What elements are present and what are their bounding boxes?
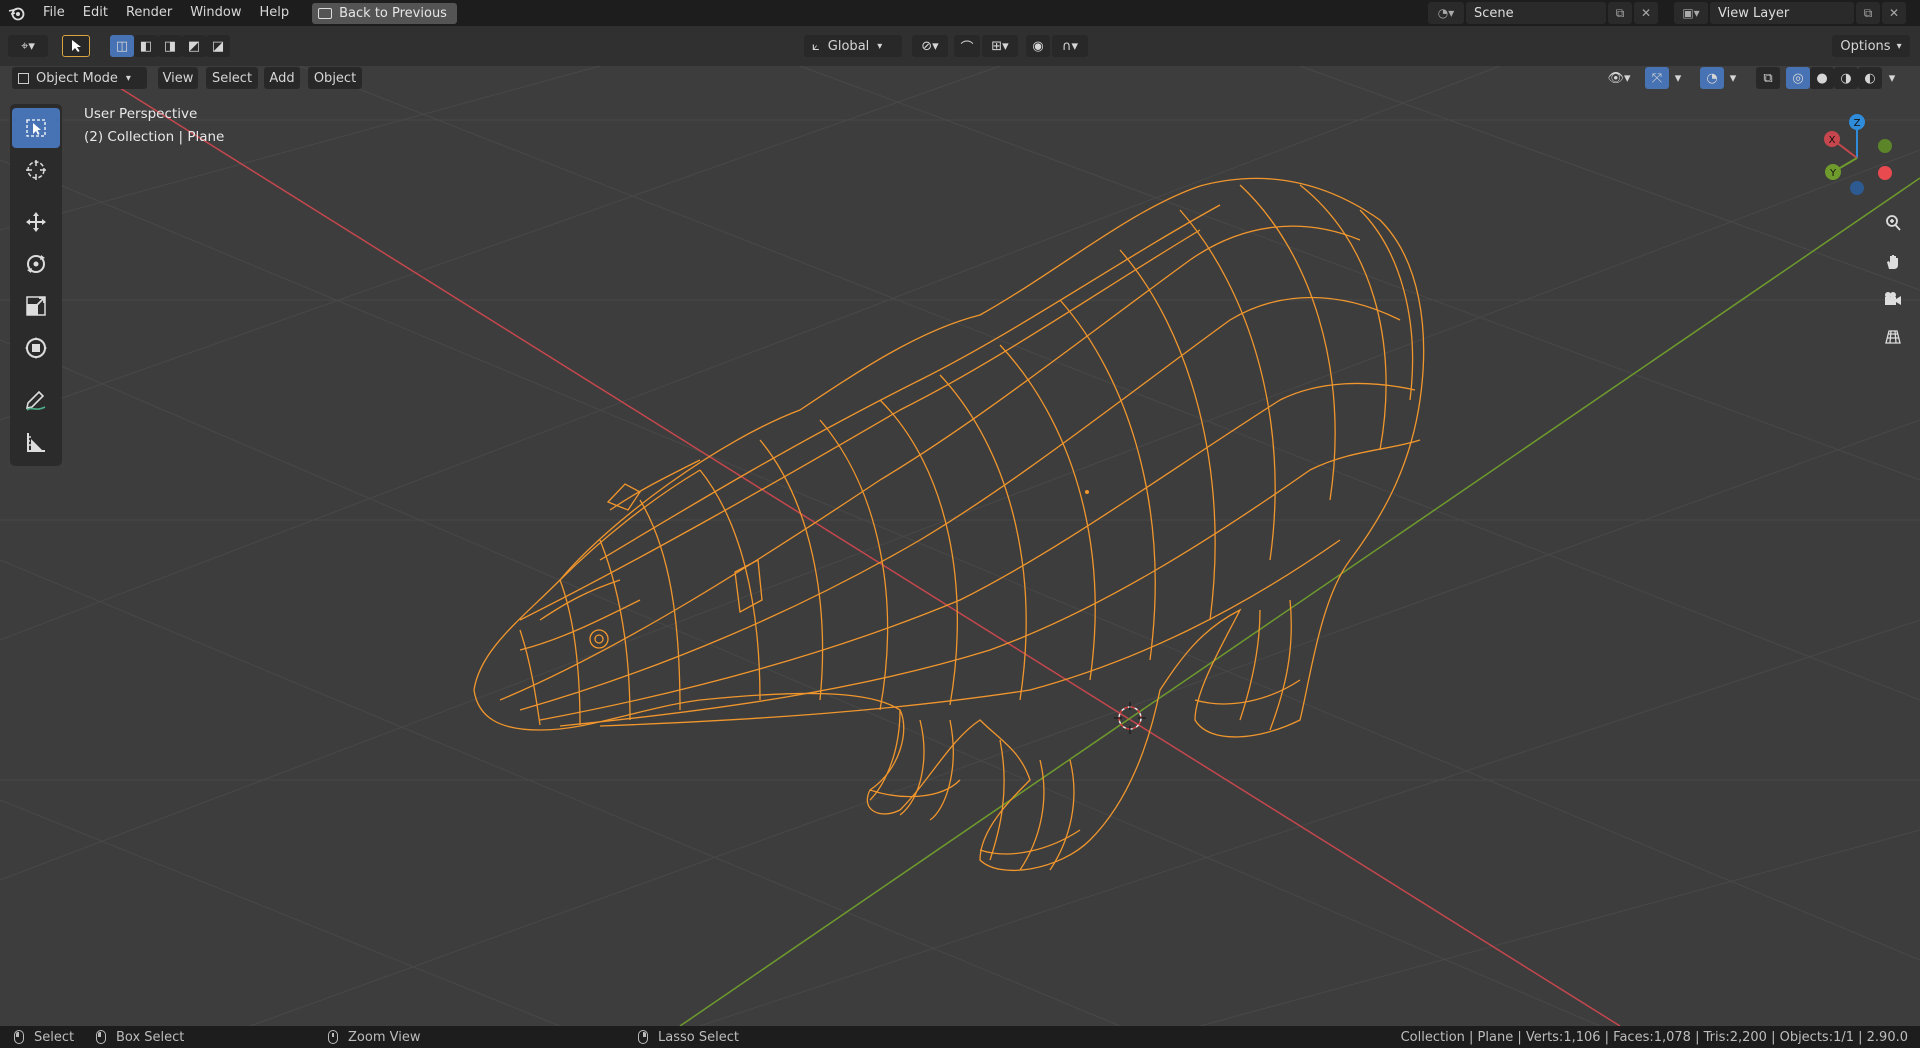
status-zoom-hint: Zoom View [328, 1026, 420, 1048]
cursor-tool-icon[interactable] [12, 150, 60, 190]
selected-mesh-wireframe[interactable] [0, 66, 1920, 1026]
scene-name-field[interactable]: Scene [1466, 2, 1606, 24]
new-view-layer-icon[interactable]: ⧉ [1856, 2, 1880, 24]
perspective-toggle-icon[interactable] [1878, 322, 1908, 352]
new-scene-icon[interactable]: ⧉ [1608, 2, 1632, 24]
rendered-shading-icon[interactable]: ◐ [1858, 67, 1882, 89]
back-to-previous-button[interactable]: Back to Previous [312, 2, 457, 24]
top-menu-bar: File Edit Render Window Help Back to Pre… [0, 0, 1920, 26]
falloff-icon[interactable]: ∩▾ [1052, 35, 1088, 57]
interaction-mode-dropdown[interactable]: Object Mode ▾ [12, 67, 147, 89]
snap-toggle-icon[interactable]: ⌒ [954, 35, 980, 57]
menu-window[interactable]: Window [181, 0, 250, 26]
status-bar: Select Box Select Zoom View Lasso Select… [0, 1026, 1920, 1048]
material-shading-icon[interactable]: ◑ [1834, 67, 1858, 89]
scene-statistics: Collection | Plane | Verts:1,106 | Faces… [1400, 1029, 1908, 1045]
mode-subtract-icon[interactable]: ◨ [158, 35, 182, 57]
snap-target-icon[interactable]: ⊞▾ [982, 35, 1018, 57]
mode-invert-icon[interactable]: ◩ [182, 35, 206, 57]
select-tool-icon[interactable] [62, 35, 90, 57]
gizmo-options-chevron-icon[interactable]: ▾ [1670, 67, 1686, 89]
scale-tool-icon[interactable] [12, 286, 60, 326]
status-zoom-label: Zoom View [348, 1029, 421, 1045]
orientation-axes-icon: ⟀ [812, 38, 820, 54]
object-mode-icon [18, 72, 29, 84]
tool-settings-bar: ⌖▾ ◫ ◧ ◨ ◩ ◪ ⟀ Global ▾ ⊘▾ ⌒ ⊞▾ ◉ ∩▾ Opt… [0, 26, 1920, 66]
camera-view-icon[interactable] [1878, 284, 1908, 314]
tool-shelf [10, 104, 62, 466]
mouse-middle-icon [328, 1030, 338, 1044]
mouse-left-icon [14, 1030, 24, 1044]
delete-scene-icon[interactable]: ✕ [1634, 2, 1658, 24]
pan-hand-icon[interactable] [1878, 247, 1908, 277]
view-layer-selector: ▣▾ View Layer ⧉ ✕ [1674, 2, 1906, 24]
gizmo-toggle-icon[interactable]: ⤧ [1645, 67, 1669, 89]
gizmo-x-label: X [1829, 135, 1836, 146]
mode-set-icon[interactable]: ◫ [110, 35, 134, 57]
back-to-previous-label: Back to Previous [339, 5, 447, 21]
menu-help[interactable]: Help [251, 0, 299, 26]
menu-file[interactable]: File [34, 0, 74, 26]
viewport-header: Object Mode ▾ View Select Add Object 👁▾ … [0, 66, 1920, 90]
options-dropdown[interactable]: Options ▾ [1832, 35, 1910, 57]
editor-type-icon[interactable]: ⌖▾ [8, 35, 48, 57]
back-screen-icon [318, 7, 333, 19]
visibility-eye-icon[interactable]: 👁▾ [1600, 67, 1638, 89]
scene-selector: ◔▾ Scene ⧉ ✕ [1428, 2, 1658, 24]
mouse-right-icon [638, 1030, 648, 1044]
status-box-select-hint: Box Select [96, 1026, 184, 1048]
shading-options-chevron-icon[interactable]: ▾ [1884, 67, 1900, 89]
gizmo-z-label: Z [1854, 118, 1861, 129]
chevron-down-icon: ▾ [125, 72, 131, 84]
gizmo-x-neg[interactable] [1878, 166, 1892, 180]
solid-shading-icon[interactable]: ● [1810, 67, 1834, 89]
mode-extend-icon[interactable]: ◧ [134, 35, 158, 57]
menu-select[interactable]: Select [206, 67, 258, 89]
menu-edit[interactable]: Edit [74, 0, 117, 26]
scene-browse-icon[interactable]: ◔▾ [1428, 2, 1464, 24]
measure-tool-icon[interactable] [12, 422, 60, 462]
rotate-tool-icon[interactable] [12, 244, 60, 284]
view-layer-browse-icon[interactable]: ▣▾ [1674, 2, 1708, 24]
view-perspective-label: User Perspective [84, 106, 198, 122]
status-select-label: Select [34, 1029, 75, 1045]
orientation-label: Global [827, 38, 870, 54]
pivot-point-icon[interactable]: ⊘▾ [912, 35, 948, 57]
transform-orientation-dropdown[interactable]: ⟀ Global ▾ [804, 35, 902, 57]
menu-object[interactable]: Object [308, 67, 362, 89]
menu-render[interactable]: Render [117, 0, 181, 26]
transform-tool-icon[interactable] [12, 328, 60, 368]
3d-viewport[interactable]: User Perspective (2) Collection | Plane … [0, 66, 1920, 1026]
delete-view-layer-icon[interactable]: ✕ [1882, 2, 1906, 24]
mode-intersect-icon[interactable]: ◪ [206, 35, 230, 57]
mode-label: Object Mode [36, 70, 118, 86]
chevron-down-icon: ▾ [877, 40, 883, 52]
status-box-select-label: Box Select [116, 1029, 185, 1045]
status-lasso-hint: Lasso Select [638, 1026, 739, 1048]
view-layer-name-field[interactable]: View Layer [1710, 2, 1854, 24]
navigation-gizmo[interactable]: Z X Y [1805, 108, 1915, 208]
blender-logo-icon[interactable] [0, 0, 34, 26]
proportional-editing-icon[interactable]: ◉ [1026, 35, 1050, 57]
active-collection-label: (2) Collection | Plane [84, 129, 225, 145]
menu-view[interactable]: View [158, 67, 198, 89]
overlays-toggle-icon[interactable]: ◔ [1700, 67, 1724, 89]
zoom-icon[interactable] [1878, 208, 1908, 238]
overlays-options-chevron-icon[interactable]: ▾ [1725, 67, 1741, 89]
select-box-tool-icon[interactable] [12, 108, 60, 148]
chevron-down-icon: ▾ [1896, 40, 1902, 52]
move-tool-icon[interactable] [12, 202, 60, 242]
options-label: Options [1840, 38, 1891, 54]
wireframe-shading-icon[interactable]: ◎ [1786, 67, 1810, 89]
status-lasso-label: Lasso Select [658, 1029, 739, 1045]
xray-toggle-icon[interactable]: ⧉ [1756, 67, 1780, 89]
menu-add[interactable]: Add [264, 67, 300, 89]
mouse-drag-icon [96, 1030, 106, 1044]
status-select-hint: Select [14, 1026, 74, 1048]
gizmo-y-label: Y [1829, 168, 1837, 179]
annotate-tool-icon[interactable] [12, 380, 60, 420]
